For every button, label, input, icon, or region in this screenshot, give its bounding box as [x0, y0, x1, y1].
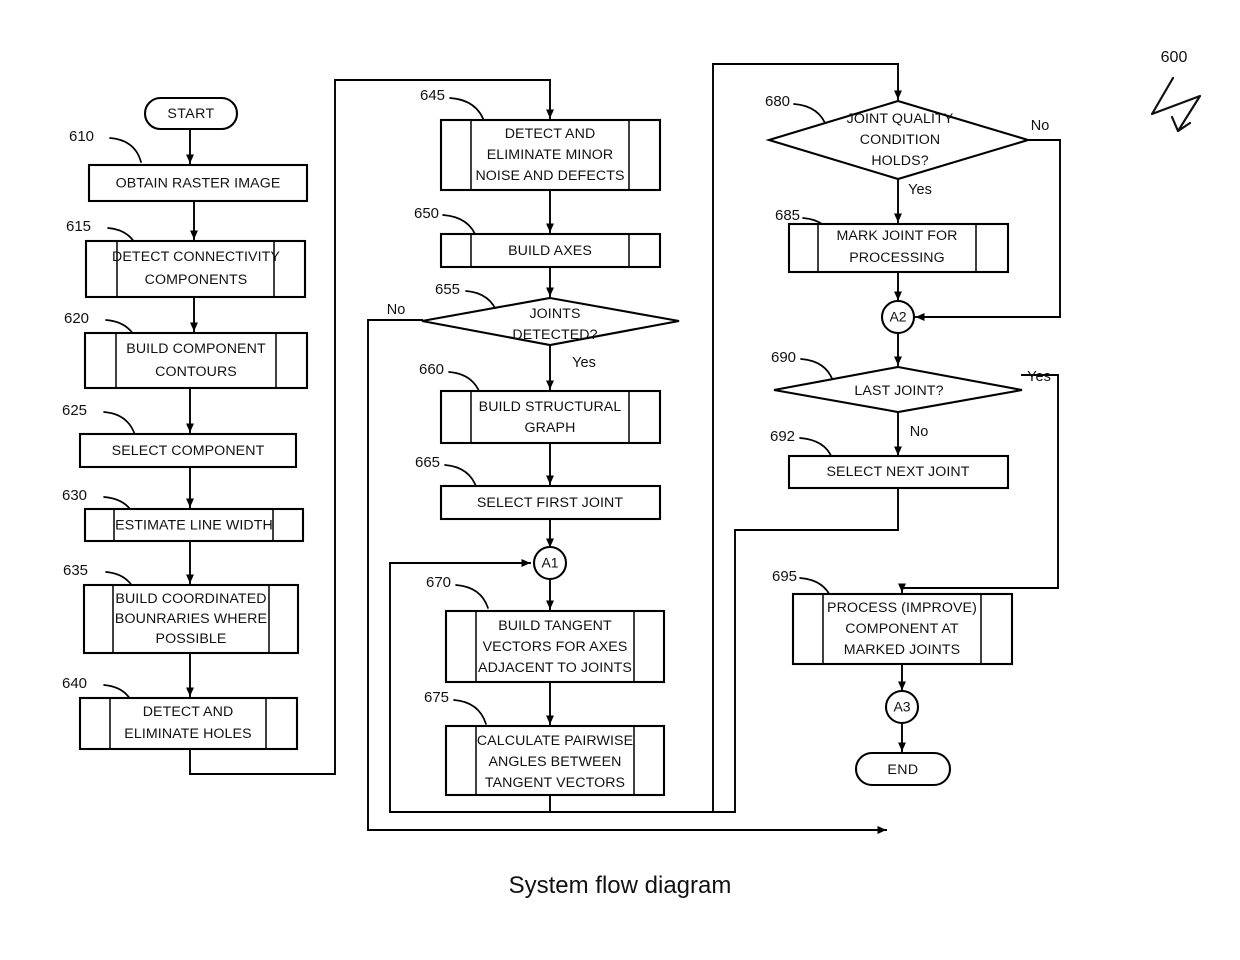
node-610: OBTAIN RASTER IMAGE: [87, 163, 309, 203]
ref-690: 690: [771, 349, 796, 366]
node-695-line-0: PROCESS (IMPROVE): [827, 600, 977, 616]
edge-label-joints-no: No: [387, 302, 406, 318]
edge-label-joints-yes: Yes: [572, 355, 596, 371]
node-625-line-0: SELECT COMPONENT: [112, 443, 265, 459]
node-675-line-1: ANGLES BETWEEN: [488, 754, 621, 770]
node-start-label: START: [167, 106, 214, 122]
ref-625: 625: [62, 402, 87, 419]
flowchart-page: START OBTAIN RASTER IMAGE 610 DETECT CON…: [0, 0, 1240, 960]
connector-a3-label: A3: [893, 699, 910, 715]
node-685-line-0: MARK JOINT FOR: [837, 228, 958, 244]
node-630-line-0: ESTIMATE LINE WIDTH: [115, 517, 273, 533]
node-665-line-0: SELECT FIRST JOINT: [477, 495, 624, 511]
flowchart-canvas: START OBTAIN RASTER IMAGE 610 DETECT CON…: [62, 49, 1202, 834]
node-635-line-0: BUILD COORDINATED: [115, 591, 266, 607]
node-635-line-1: BOUNRARIES WHERE: [115, 611, 267, 627]
node-655-line-0: JOINTS: [529, 306, 580, 322]
node-635-line-2: POSSIBLE: [156, 631, 227, 647]
node-685-line-1: PROCESSING: [849, 250, 945, 266]
node-end-label: END: [887, 762, 918, 778]
node-690-line-0: LAST JOINT?: [854, 383, 943, 399]
connector-a2-label: A2: [889, 309, 906, 325]
node-680-line-0: JOINT QUALITY: [847, 111, 954, 127]
node-665: SELECT FIRST JOINT: [439, 484, 662, 521]
ref-645: 645: [420, 87, 445, 104]
node-650: BUILD AXES: [439, 232, 662, 269]
node-620-line-1: CONTOURS: [155, 364, 237, 380]
ref-650: 650: [414, 205, 439, 222]
node-695: PROCESS (IMPROVE) COMPONENT AT MARKED JO…: [791, 592, 1014, 666]
node-645-line-1: ELIMINATE MINOR: [487, 147, 614, 163]
node-692-line-0: SELECT NEXT JOINT: [826, 464, 969, 480]
node-692: SELECT NEXT JOINT: [787, 454, 1010, 490]
node-690: LAST JOINT?: [773, 365, 1023, 414]
edge-label-joint-quality-no: No: [1031, 118, 1050, 134]
connector-a1-label: A1: [541, 555, 558, 571]
node-660-line-0: BUILD STRUCTURAL: [479, 399, 622, 415]
ref-615: 615: [66, 218, 91, 235]
ref-620: 620: [64, 310, 89, 327]
node-640-line-0: DETECT AND: [143, 704, 234, 720]
node-670: BUILD TANGENT VECTORS FOR AXES ADJACENT …: [444, 609, 666, 684]
ref-692: 692: [770, 428, 795, 445]
edge-label-last-joint-yes: Yes: [1027, 369, 1051, 385]
node-645-line-2: NOISE AND DEFECTS: [475, 168, 624, 184]
connector-a1: A1: [532, 545, 568, 581]
node-645-line-0: DETECT AND: [505, 126, 596, 142]
node-640-line-1: ELIMINATE HOLES: [124, 726, 251, 742]
node-675-line-2: TANGENT VECTORS: [485, 775, 625, 791]
node-660: BUILD STRUCTURAL GRAPH: [439, 389, 662, 445]
ref-695: 695: [772, 568, 797, 585]
node-615: DETECT CONNECTIVITY COMPONENTS: [84, 239, 307, 299]
node-675-line-0: CALCULATE PAIRWISE: [477, 733, 633, 749]
node-615-line-1: COMPONENTS: [145, 272, 248, 288]
edge-label-joint-quality-yes: Yes: [908, 182, 932, 198]
ref-670: 670: [426, 574, 451, 591]
node-670-line-2: ADJACENT TO JOINTS: [478, 660, 632, 676]
node-620: BUILD COMPONENT CONTOURS: [83, 331, 309, 390]
node-635: BUILD COORDINATED BOUNRARIES WHERE POSSI…: [82, 583, 300, 655]
node-685: MARK JOINT FOR PROCESSING: [787, 222, 1010, 274]
node-680-line-2: HOLDS?: [871, 153, 928, 169]
ref-680: 680: [765, 93, 790, 110]
ref-610: 610: [69, 128, 94, 145]
ref-685: 685: [775, 207, 800, 224]
node-680: JOINT QUALITY CONDITION HOLDS?: [765, 99, 1032, 181]
node-670-line-0: BUILD TANGENT: [498, 618, 612, 634]
node-680-line-1: CONDITION: [860, 132, 941, 148]
node-655-line-1: DETECTED?: [512, 327, 597, 343]
node-end: END: [854, 751, 952, 787]
ref-660: 660: [419, 361, 444, 378]
node-650-line-0: BUILD AXES: [508, 243, 592, 259]
figure-number: 600: [1161, 49, 1188, 66]
ref-675: 675: [424, 689, 449, 706]
ref-635: 635: [63, 562, 88, 579]
node-625: SELECT COMPONENT: [78, 432, 298, 469]
node-start: START: [143, 96, 239, 131]
node-675: CALCULATE PAIRWISE ANGLES BETWEEN TANGEN…: [444, 724, 666, 797]
ref-655: 655: [435, 281, 460, 298]
node-640: DETECT AND ELIMINATE HOLES: [78, 696, 299, 751]
ref-665: 665: [415, 454, 440, 471]
node-695-line-1: COMPONENT AT: [845, 621, 959, 637]
node-615-line-0: DETECT CONNECTIVITY: [112, 249, 280, 265]
node-660-line-1: GRAPH: [525, 420, 576, 436]
ref-630: 630: [62, 487, 87, 504]
figure-pointer-arrow: [1150, 76, 1202, 133]
node-620-line-0: BUILD COMPONENT: [126, 341, 266, 357]
node-670-line-1: VECTORS FOR AXES: [483, 639, 628, 655]
connector-a2: A2: [880, 299, 916, 335]
node-630: ESTIMATE LINE WIDTH: [83, 507, 305, 543]
node-695-line-2: MARKED JOINTS: [844, 642, 960, 658]
node-655: JOINTS DETECTED?: [421, 296, 680, 347]
ref-640: 640: [62, 675, 87, 692]
edge-label-last-joint-no: No: [910, 424, 929, 440]
node-610-line-0: OBTAIN RASTER IMAGE: [116, 175, 281, 191]
figure-caption: System flow diagram: [508, 872, 732, 899]
node-645: DETECT AND ELIMINATE MINOR NOISE AND DEF…: [439, 118, 662, 192]
connector-a3: A3: [884, 689, 920, 725]
